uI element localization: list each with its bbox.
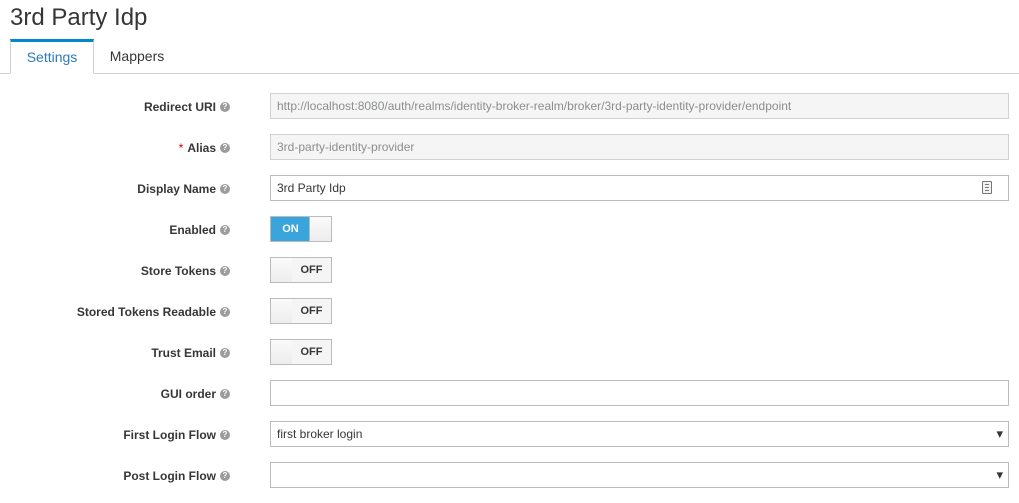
redirect-uri-field[interactable]: http://localhost:8080/auth/realms/identi…	[270, 93, 1009, 119]
toggle-knob	[271, 340, 293, 364]
redirect-uri-row: Redirect URI? http://localhost:8080/auth…	[0, 93, 1019, 121]
toggle-knob	[271, 299, 293, 323]
post-login-flow-row: Post Login Flow?	[0, 462, 1019, 490]
trust-email-label: Trust Email	[151, 346, 216, 360]
gui-order-row: GUI order?	[0, 380, 1019, 408]
enabled-row: Enabled? ON	[0, 216, 1019, 244]
gui-order-field[interactable]	[270, 380, 1009, 406]
toggle-state: OFF	[292, 299, 331, 323]
help-icon[interactable]: ?	[220, 306, 230, 317]
redirect-uri-label: Redirect URI	[143, 100, 216, 114]
help-icon[interactable]: ?	[220, 265, 230, 276]
tab-bar: Settings Mappers	[0, 39, 1019, 74]
post-login-flow-select[interactable]	[270, 462, 1009, 488]
display-name-value: 3rd Party Idp	[277, 181, 346, 195]
alias-label: Alias	[187, 141, 216, 155]
toggle-state: ON	[271, 217, 310, 241]
help-icon[interactable]: ?	[220, 183, 230, 194]
gui-order-label: GUI order	[160, 387, 216, 401]
help-icon[interactable]: ?	[220, 224, 230, 235]
toggle-state: OFF	[292, 340, 331, 364]
enabled-toggle[interactable]: ON	[270, 216, 332, 242]
store-tokens-toggle[interactable]: OFF	[270, 257, 332, 283]
enabled-label: Enabled	[169, 223, 216, 237]
post-login-flow-label: Post Login Flow	[123, 469, 216, 483]
required-marker: *	[178, 141, 184, 155]
help-icon[interactable]: ?	[220, 347, 230, 358]
trust-email-row: Trust Email? OFF	[0, 339, 1019, 367]
alias-field[interactable]: 3rd-party-identity-provider	[270, 134, 1009, 160]
tab-mappers[interactable]: Mappers	[97, 39, 177, 73]
help-icon[interactable]: ?	[220, 470, 230, 481]
tab-settings[interactable]: Settings	[10, 39, 94, 74]
stored-tokens-readable-label: Stored Tokens Readable	[76, 305, 216, 319]
toggle-knob	[309, 217, 331, 241]
trust-email-toggle[interactable]: OFF	[270, 339, 332, 365]
keyboard-icon[interactable]	[982, 181, 992, 194]
help-icon[interactable]: ?	[220, 101, 230, 112]
first-login-flow-value: first broker login	[277, 427, 363, 441]
display-name-field[interactable]: 3rd Party Idp	[270, 175, 1009, 201]
display-name-label: Display Name	[137, 182, 216, 196]
alias-row: * Alias? 3rd-party-identity-provider	[0, 134, 1019, 162]
help-icon[interactable]: ?	[220, 429, 230, 440]
first-login-flow-row: First Login Flow? first broker login	[0, 421, 1019, 449]
store-tokens-row: Store Tokens? OFF	[0, 257, 1019, 285]
toggle-knob	[271, 258, 293, 282]
page-title: 3rd Party Idp	[10, 4, 148, 31]
stored-tokens-readable-row: Stored Tokens Readable? OFF	[0, 298, 1019, 326]
store-tokens-label: Store Tokens	[140, 264, 216, 278]
stored-tokens-readable-toggle[interactable]: OFF	[270, 298, 332, 324]
help-icon[interactable]: ?	[220, 388, 230, 399]
first-login-flow-select[interactable]: first broker login	[270, 421, 1009, 447]
first-login-flow-label: First Login Flow	[123, 428, 216, 442]
display-name-row: Display Name? 3rd Party Idp	[0, 175, 1019, 203]
toggle-state: OFF	[292, 258, 331, 282]
help-icon[interactable]: ?	[220, 142, 230, 153]
